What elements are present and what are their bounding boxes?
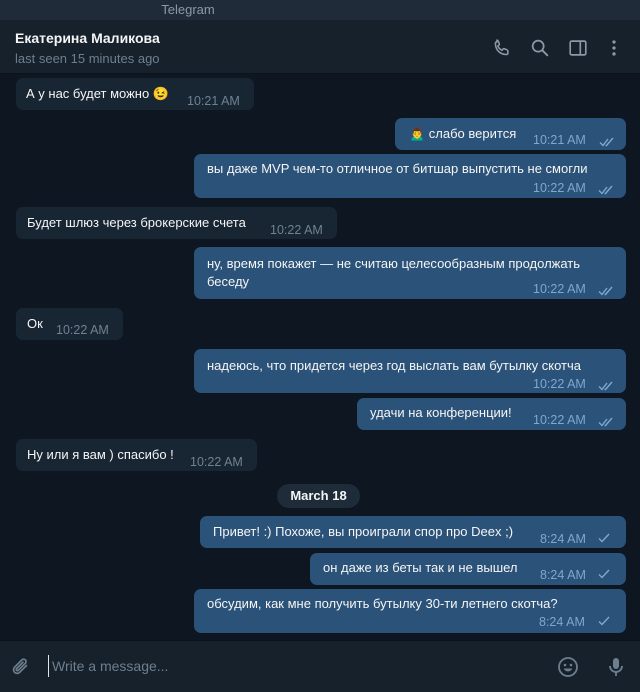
message-time: 10:22 AM	[533, 377, 586, 391]
message-text: Ок	[27, 316, 43, 331]
chat-header: Екатерина Маликова last seen 15 minutes …	[0, 20, 640, 74]
message-text: Привет! :) Похоже, вы проиграли спор про…	[213, 524, 514, 539]
message-text: Ну или я вам ) спасибо !	[27, 447, 174, 462]
chat-name[interactable]: Екатерина Маликова	[15, 30, 160, 46]
chat-status: last seen 15 minutes ago	[15, 51, 160, 66]
message-time: 8:24 AM	[539, 615, 585, 629]
message-text: А у нас будет можно 😉	[26, 86, 170, 101]
message-incoming[interactable]: Будет шлюз через брокерские счета 10:22 …	[16, 207, 337, 239]
message-time: 10:22 AM	[56, 323, 109, 337]
microphone-icon[interactable]	[604, 655, 628, 679]
message-time: 10:22 AM	[533, 181, 586, 195]
message-outgoing[interactable]: обсудим, как мне получить бутылку 30-ти …	[194, 589, 626, 633]
message-composer	[0, 640, 640, 692]
message-incoming[interactable]: Ну или я вам ) спасибо ! 10:22 AM	[16, 439, 257, 471]
message-incoming[interactable]: Ок 10:22 AM	[16, 308, 123, 340]
date-separator: March 18	[277, 484, 360, 508]
message-text: вы даже MVP чем-то отличное от битшар вы…	[207, 161, 588, 176]
message-list[interactable]: А у нас будет можно 😉 10:21 AM 🙍‍♂️ слаб…	[0, 75, 640, 640]
message-time: 10:21 AM	[187, 94, 240, 108]
message-text: ну, время покажет — не считаю целесообра…	[207, 256, 581, 271]
double-check-icon	[598, 185, 613, 195]
double-check-icon	[598, 286, 613, 296]
message-outgoing[interactable]: он даже из беты так и не вышел 8:24 AM	[310, 553, 626, 585]
check-icon	[598, 616, 610, 626]
message-outgoing[interactable]: Привет! :) Похоже, вы проиграли спор про…	[200, 516, 626, 548]
window-title: Telegram	[161, 2, 215, 17]
smile-icon[interactable]	[556, 655, 580, 679]
message-time: 10:22 AM	[270, 223, 323, 237]
window-titlebar: Telegram	[0, 0, 640, 20]
message-text: удачи на конференции!	[370, 405, 512, 420]
message-outgoing[interactable]: удачи на конференции! 10:22 AM	[357, 398, 626, 430]
message-incoming[interactable]: А у нас будет можно 😉 10:21 AM	[16, 78, 254, 110]
paperclip-icon[interactable]	[9, 655, 33, 679]
message-time: 10:22 AM	[533, 413, 586, 427]
message-input[interactable]	[48, 655, 538, 677]
message-outgoing[interactable]: надеюсь, что придется через год выслать …	[194, 349, 626, 393]
double-check-icon	[599, 137, 614, 147]
message-text-line2: беседу	[207, 274, 250, 289]
phone-icon[interactable]	[491, 37, 513, 59]
message-time: 10:22 AM	[533, 282, 586, 296]
message-time: 8:24 AM	[540, 532, 586, 546]
message-text: надеюсь, что придется через год выслать …	[207, 358, 581, 373]
message-text: он даже из беты так и не вышел	[323, 560, 518, 575]
message-outgoing[interactable]: ну, время покажет — не считаю целесообра…	[194, 247, 626, 299]
message-text: обсудим, как мне получить бутылку 30-ти …	[207, 596, 558, 611]
check-icon	[598, 569, 610, 579]
check-icon	[598, 533, 610, 543]
message-time: 10:21 AM	[533, 133, 586, 147]
message-outgoing[interactable]: 🙍‍♂️ слабо верится 10:21 AM	[395, 118, 626, 150]
message-outgoing[interactable]: вы даже MVP чем-то отличное от битшар вы…	[194, 154, 626, 198]
sidebar-toggle-icon[interactable]	[567, 37, 589, 59]
message-text: 🙍‍♂️ слабо верится	[409, 126, 517, 141]
double-check-icon	[598, 417, 613, 427]
message-time: 8:24 AM	[540, 568, 586, 582]
double-check-icon	[598, 381, 613, 391]
message-time: 10:22 AM	[190, 455, 243, 469]
message-text: Будет шлюз через брокерские счета	[27, 215, 246, 230]
search-icon[interactable]	[529, 37, 551, 59]
more-vertical-icon[interactable]	[603, 37, 625, 59]
